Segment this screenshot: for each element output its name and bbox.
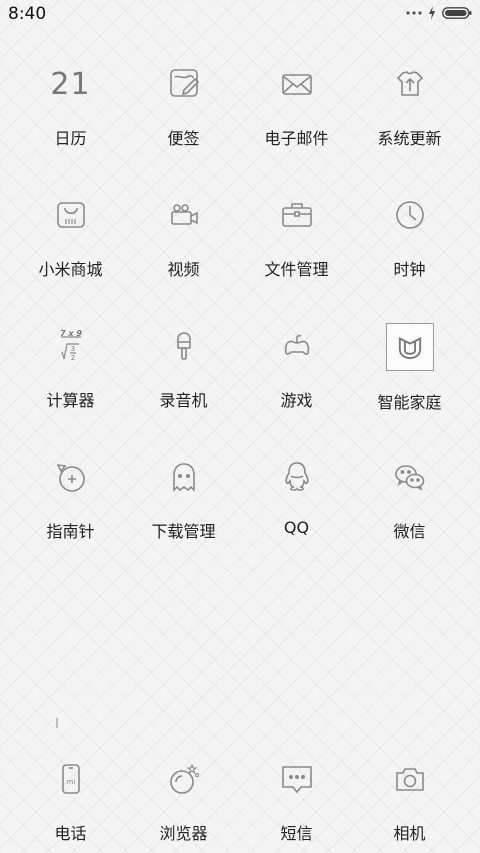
email-icon [268, 55, 326, 113]
wechat-icon [381, 448, 439, 506]
app-grid: 21 日历 便签 电子邮件 系统更新 小米商城 视频 文件管理 时钟 7 x 9… [14, 55, 466, 579]
app-video[interactable]: 视频 [127, 186, 240, 317]
compass-icon [42, 448, 100, 506]
recorder-icon [155, 317, 213, 375]
download-manager-icon [155, 448, 213, 506]
app-label: 日历 [54, 129, 87, 148]
app-game[interactable]: 游戏 [240, 317, 353, 448]
app-label: 便签 [167, 129, 200, 148]
app-compass[interactable]: 指南针 [14, 448, 127, 579]
dock-phone[interactable]: mi 电话 [14, 750, 127, 844]
app-label: 微信 [393, 522, 426, 541]
app-label: 浏览器 [159, 824, 208, 843]
app-label: 游戏 [280, 391, 313, 410]
browser-icon [155, 750, 213, 808]
app-file-manager[interactable]: 文件管理 [240, 186, 353, 317]
phone-glyph: mi [66, 778, 75, 786]
app-calculator[interactable]: 7 x 9 3 2 计算器 [14, 317, 127, 448]
game-icon [268, 317, 326, 375]
charging-bolt-icon [428, 6, 436, 20]
app-label: 系统更新 [377, 129, 442, 148]
calendar-day: 21 [50, 66, 91, 102]
app-label: 文件管理 [264, 260, 329, 279]
app-notes[interactable]: 便签 [127, 55, 240, 186]
camera-icon [381, 750, 439, 808]
app-download-manager[interactable]: 下载管理 [127, 448, 240, 579]
calculator-icon: 7 x 9 3 2 [42, 317, 100, 375]
video-icon [155, 186, 213, 244]
battery-icon [442, 6, 472, 20]
app-smart-home[interactable]: 智能家庭 [353, 317, 466, 448]
app-label: 相机 [393, 824, 426, 843]
app-label: 电子邮件 [264, 129, 329, 148]
notes-icon [155, 55, 213, 113]
app-wechat[interactable]: 微信 [353, 448, 466, 579]
phone-icon: mi [42, 750, 100, 808]
app-label: 电话 [54, 824, 87, 843]
messages-icon [268, 750, 326, 808]
dock-messages[interactable]: 短信 [240, 750, 353, 844]
clock-icon [381, 186, 439, 244]
calculator-frac-top: 3 [70, 345, 74, 353]
app-label: 下载管理 [151, 522, 216, 541]
app-label: 录音机 [159, 391, 208, 410]
app-calendar[interactable]: 21 日历 [14, 55, 127, 186]
dock-camera[interactable]: 相机 [353, 750, 466, 844]
app-label: 视频 [167, 260, 200, 279]
app-label: 计算器 [46, 391, 95, 410]
app-qq[interactable]: QQ [240, 448, 353, 579]
page-indicator [56, 718, 58, 728]
mi-store-icon [42, 186, 100, 244]
file-manager-icon [268, 186, 326, 244]
app-label: QQ [283, 518, 310, 537]
app-label: 短信 [280, 824, 313, 843]
status-bar: 8:40 [0, 0, 480, 30]
app-label: 指南针 [46, 522, 95, 541]
calculator-frac-bottom: 2 [70, 354, 74, 362]
dock: mi 电话 浏览器 短信 相机 [14, 750, 466, 844]
app-mi-store[interactable]: 小米商城 [14, 186, 127, 317]
status-icons [406, 6, 472, 20]
app-clock[interactable]: 时钟 [353, 186, 466, 317]
app-label: 小米商城 [38, 260, 103, 279]
qq-icon [268, 448, 326, 506]
app-label: 智能家庭 [377, 393, 442, 412]
dock-browser[interactable]: 浏览器 [127, 750, 240, 844]
status-time: 8:40 [8, 4, 47, 24]
app-recorder[interactable]: 录音机 [127, 317, 240, 448]
app-email[interactable]: 电子邮件 [240, 55, 353, 186]
calendar-icon: 21 [42, 55, 100, 113]
system-update-icon [381, 55, 439, 113]
app-label: 时钟 [393, 260, 426, 279]
smart-home-icon [385, 323, 434, 371]
more-dots-icon [406, 10, 422, 16]
app-system-update[interactable]: 系统更新 [353, 55, 466, 186]
